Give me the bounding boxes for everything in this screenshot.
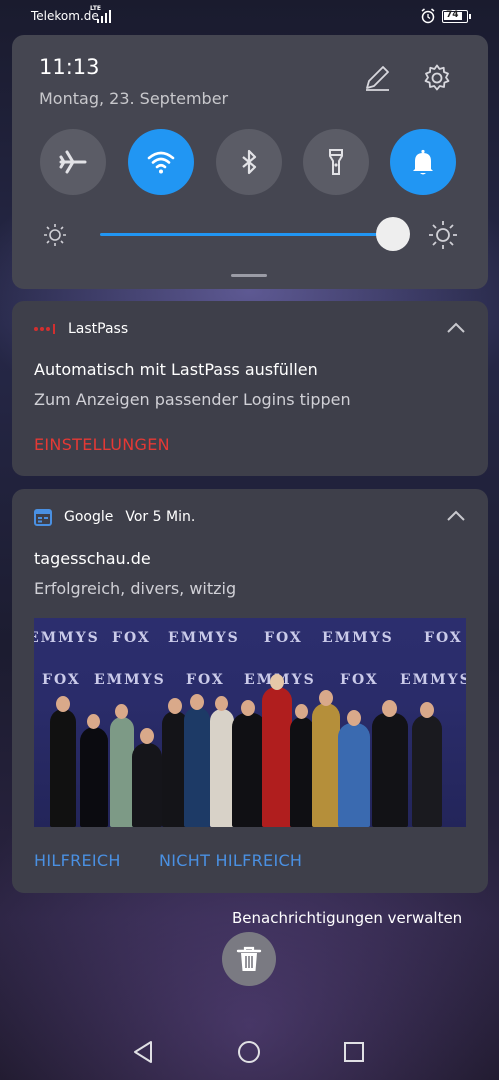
photo-figure	[190, 694, 204, 710]
wifi-tile[interactable]	[128, 129, 194, 195]
photo-figure	[347, 710, 361, 726]
image-text-fox: FOX	[424, 630, 463, 646]
carrier-name: Telekom.de	[31, 9, 99, 23]
wifi-icon	[147, 151, 175, 174]
photo-figure	[80, 727, 108, 827]
image-text-fox: FOX	[186, 672, 225, 688]
photo-figure	[110, 717, 134, 827]
image-text-emmys: EMMYS	[34, 630, 100, 646]
battery-level: 74	[446, 10, 459, 20]
airplane-mode-tile[interactable]	[40, 129, 106, 195]
recent-apps-icon[interactable]	[343, 1041, 365, 1063]
app-name: Google	[64, 509, 114, 525]
photo-figure	[184, 707, 210, 827]
notification-time: Vor 5 Min.	[125, 509, 196, 525]
chevron-up-icon[interactable]	[446, 509, 466, 523]
not-helpful-action-button[interactable]: NICHT HILFREICH	[159, 851, 302, 870]
photo-figure	[319, 690, 333, 706]
photo-figure	[168, 698, 182, 714]
photo-figure	[215, 696, 228, 711]
news-image[interactable]: EMMYS FOX EMMYS FOX EMMYS FOX FOX EMMYS …	[34, 618, 466, 827]
photo-figure	[270, 674, 284, 690]
google-feed-icon	[34, 509, 52, 526]
edit-pencil-icon[interactable]	[362, 63, 392, 93]
image-text-emmys: EMMYS	[168, 630, 240, 646]
brightness-slider-track[interactable]	[100, 233, 392, 236]
photo-figure	[140, 728, 154, 744]
trash-icon	[236, 946, 262, 971]
photo-figure	[210, 709, 234, 827]
bluetooth-icon	[242, 149, 257, 175]
helpful-action-button[interactable]: HILFREICH	[34, 851, 121, 870]
sound-tile[interactable]	[390, 129, 456, 195]
bell-icon	[413, 149, 433, 175]
clear-all-button[interactable]	[222, 932, 276, 986]
image-text-fox: FOX	[42, 672, 81, 688]
brightness-low-icon	[44, 224, 66, 246]
photo-figure	[241, 700, 255, 716]
manage-notifications-link[interactable]: Benachrichtigungen verwalten	[232, 909, 462, 927]
notification-title: Automatisch mit LastPass ausfüllen	[34, 360, 318, 379]
signal-icon	[97, 10, 115, 23]
photo-figure	[50, 709, 76, 827]
photo-figure	[372, 713, 408, 827]
quick-settings-panel: 11:13 Montag, 23. September	[12, 35, 488, 289]
app-name: LastPass	[68, 321, 129, 337]
photo-figure	[412, 715, 442, 827]
photo-figure	[382, 700, 397, 717]
image-text-emmys: EMMYS	[400, 672, 466, 688]
photo-figure	[338, 723, 370, 827]
alarm-icon	[421, 8, 435, 24]
notification-title: tagesschau.de	[34, 549, 151, 568]
flashlight-icon	[329, 149, 343, 175]
panel-drag-handle[interactable]	[231, 274, 267, 277]
lastpass-icon	[34, 324, 56, 334]
battery-icon: 74	[442, 10, 471, 23]
brightness-high-icon	[429, 221, 457, 249]
photo-figure	[115, 704, 128, 719]
settings-action-button[interactable]: EINSTELLUNGEN	[34, 435, 170, 454]
gear-icon[interactable]	[422, 63, 452, 93]
image-text-fox: FOX	[112, 630, 151, 646]
image-text-fox: FOX	[264, 630, 303, 646]
photo-figure	[290, 717, 314, 827]
back-icon[interactable]	[131, 1040, 155, 1064]
image-text-emmys: EMMYS	[94, 672, 166, 688]
status-bar: Telekom.de LTE 74	[0, 0, 499, 34]
photo-figure	[87, 714, 100, 729]
bluetooth-tile[interactable]	[216, 129, 282, 195]
notification-header: Google Vor 5 Min.	[34, 507, 195, 527]
image-text-emmys: EMMYS	[322, 630, 394, 646]
photo-figure	[295, 704, 308, 719]
home-icon[interactable]	[237, 1040, 261, 1064]
chevron-up-icon[interactable]	[446, 321, 466, 335]
date[interactable]: Montag, 23. September	[39, 89, 228, 108]
notification-header: LastPass	[34, 319, 128, 339]
photo-figure	[262, 687, 292, 827]
photo-figure	[56, 696, 70, 712]
notification-text: Erfolgreich, divers, witzig	[34, 579, 237, 598]
photo-figure	[232, 713, 266, 827]
lastpass-notification[interactable]: LastPass Automatisch mit LastPass ausfül…	[12, 301, 488, 476]
clock[interactable]: 11:13	[39, 55, 100, 79]
notification-text: Zum Anzeigen passender Logins tippen	[34, 390, 351, 409]
photo-figure	[132, 743, 162, 827]
google-notification[interactable]: Google Vor 5 Min. tagesschau.de Erfolgre…	[12, 489, 488, 893]
flashlight-tile[interactable]	[303, 129, 369, 195]
brightness-slider-thumb[interactable]	[376, 217, 410, 251]
airplane-icon	[59, 150, 87, 174]
photo-figure	[312, 703, 340, 827]
image-text-fox: FOX	[340, 672, 379, 688]
photo-figure	[420, 702, 434, 718]
